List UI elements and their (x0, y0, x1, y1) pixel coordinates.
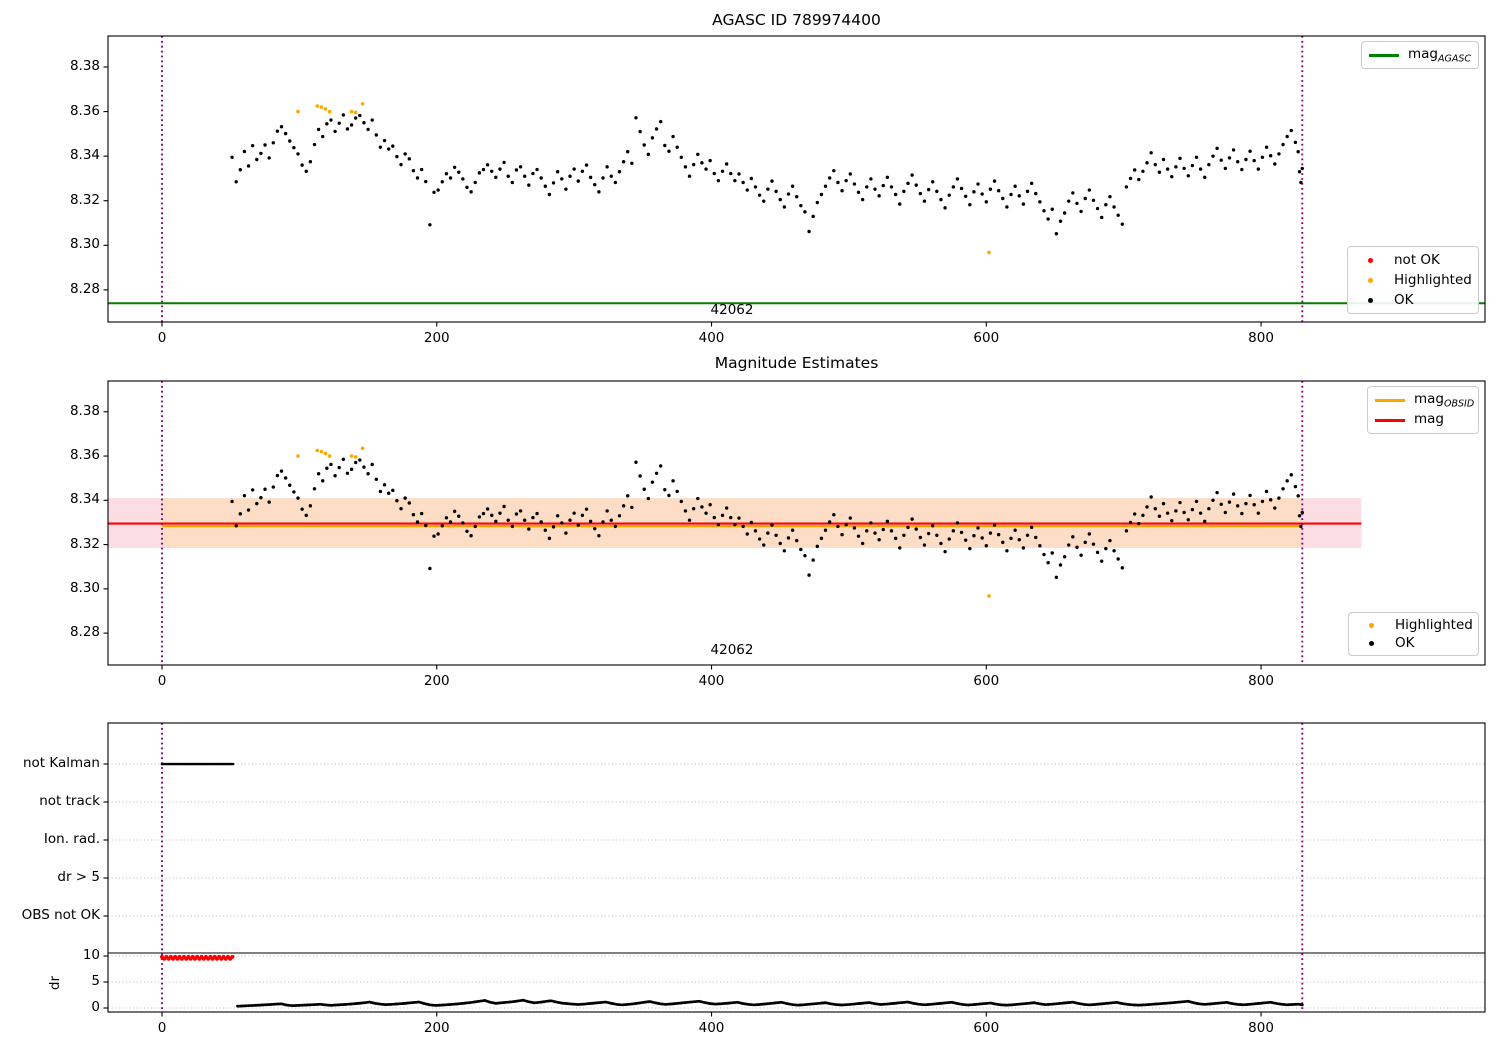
legend-entry-highlighted-mid: Highlighted (1355, 617, 1473, 633)
legend-entry-ok: OK (1354, 292, 1472, 308)
x-tick-label: 800 (1248, 673, 1274, 689)
legend-entry-not-ok: not OK (1354, 252, 1472, 268)
dr-tick-label: 0 (91, 999, 100, 1015)
x-tick-label: 0 (157, 1020, 167, 1036)
x-tick-label: 0 (157, 673, 167, 689)
legend-entry-mag-obsid: magOBSID (1374, 390, 1475, 410)
obsid-label-top: 42062 (710, 302, 754, 318)
legend-mag-lines: magOBSID mag (1367, 386, 1479, 434)
legend-marker-status-middle: Highlighted OK (1348, 612, 1479, 656)
x-tick-label: 200 (423, 330, 450, 346)
not-ok-marker-sample (1367, 257, 1373, 263)
y-tick-label: 8.36 (69, 447, 100, 464)
y-tick-label: 8.34 (69, 491, 100, 508)
y-tick-label: 8.34 (69, 147, 100, 164)
x-tick-label: 200 (423, 673, 450, 689)
plot-canvas (103, 35, 1486, 1017)
x-tick-label: 600 (973, 330, 1000, 346)
middle-panel-title: Magnitude Estimates (714, 354, 879, 372)
y-tick-label: 8.38 (69, 402, 100, 419)
legend-marker-status-top: not OK Highlighted OK (1347, 246, 1479, 314)
obsid-label-middle: 42062 (710, 642, 754, 658)
legend-label-mag-agasc: magAGASC (1408, 45, 1472, 65)
flag-category-label: dr > 5 (57, 869, 100, 885)
flags-gridlines (108, 763, 1485, 1009)
flag-markers (160, 762, 235, 766)
highlighted-marker-sample (1367, 277, 1373, 283)
legend-label-ok-mid: OK (1395, 635, 1415, 651)
legend-label-highlighted: Highlighted (1394, 272, 1472, 288)
x-tick-label: 800 (1248, 330, 1274, 346)
mag-agasc-line-sample (1369, 53, 1399, 57)
mag-line-sample (1375, 418, 1405, 422)
y-tick-label: 8.28 (69, 624, 100, 641)
highlighted-marker-sample (1368, 622, 1374, 628)
x-tick-label: 400 (698, 330, 725, 346)
x-tick-label: 600 (973, 1020, 1000, 1036)
legend-entry-mag: mag (1374, 411, 1472, 430)
dr-tick-label: 5 (91, 973, 100, 989)
mag-obsid-line-sample (1375, 398, 1405, 402)
top-panel-title: AGASC ID 789974400 (712, 11, 881, 29)
x-tick-label: 400 (698, 1020, 725, 1036)
dr-scatter (236, 998, 1304, 1008)
y-tick-label: 8.30 (69, 236, 100, 253)
flag-category-label: not Kalman (22, 755, 100, 771)
y-tick-label: 8.32 (69, 191, 100, 208)
x-tick-label: 200 (423, 1020, 450, 1036)
x-tick-label: 0 (157, 330, 167, 346)
x-tick-label: 600 (973, 673, 1000, 689)
dr-clipped-markers (159, 954, 235, 961)
legend-label-highlighted-mid: Highlighted (1395, 617, 1473, 633)
top-panel-scatter (230, 101, 1304, 255)
flag-category-label: not track (39, 793, 100, 809)
y-tick-label: 8.30 (69, 579, 100, 596)
x-tick-label: 800 (1248, 1020, 1274, 1036)
flag-category-label: Ion. rad. (43, 831, 100, 847)
legend-label-mag-obsid: magOBSID (1414, 390, 1475, 410)
figure: AGASC ID 789974400 Magnitude Estimates 4… (0, 0, 1500, 1050)
legend-label-ok: OK (1394, 292, 1414, 308)
dr-tick-label: 10 (82, 947, 100, 963)
x-tick-label: 400 (698, 673, 725, 689)
legend-entry-mag-agasc: magAGASC (1368, 45, 1472, 65)
y-tick-label: 8.36 (69, 102, 100, 119)
y-tick-label: 8.28 (69, 280, 100, 297)
flag-category-label: OBS not OK (21, 907, 100, 923)
legend-entry-ok-mid: OK (1355, 635, 1472, 651)
ok-marker-sample (1367, 297, 1373, 303)
legend-mag-agasc: magAGASC (1361, 41, 1479, 69)
y-tick-label: 8.38 (69, 57, 100, 74)
legend-label-not-ok: not OK (1394, 252, 1440, 268)
legend-label-mag: mag (1414, 410, 1444, 427)
y-tick-label: 8.32 (69, 535, 100, 552)
ok-marker-sample (1368, 640, 1374, 646)
legend-entry-highlighted: Highlighted (1354, 272, 1472, 288)
